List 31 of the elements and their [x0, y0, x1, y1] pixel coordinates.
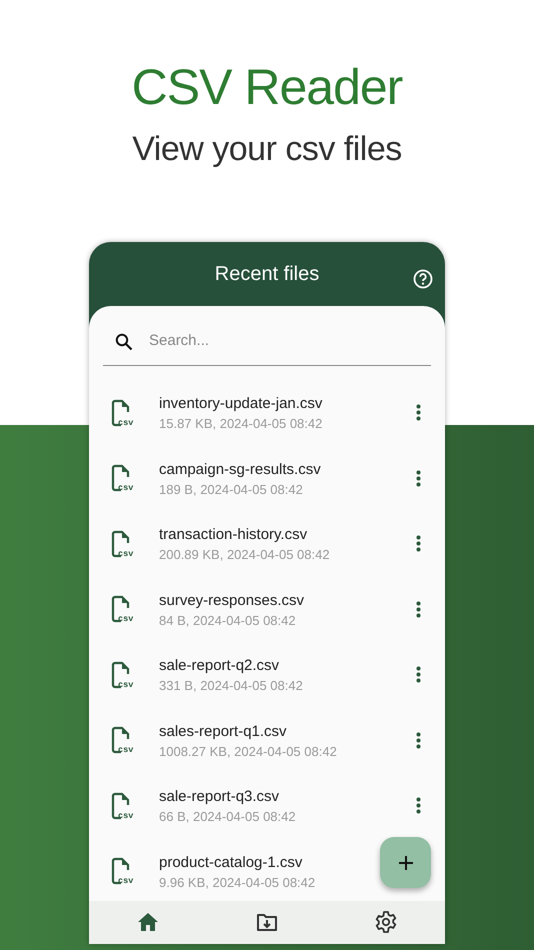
app-title: CSV Reader [130, 62, 404, 112]
file-details: 9.96 KB, 2024-04-05 08:42 [159, 874, 316, 892]
file-details: 84 B, 2024-04-05 08:42 [159, 612, 296, 630]
search-field[interactable]: Search... [147, 329, 431, 354]
card-title: Recent files [214, 262, 320, 287]
file-name[interactable]: product-catalog-1.csv [159, 854, 302, 872]
more-vertical-icon [416, 404, 421, 422]
file-details: 15.87 KB, 2024-04-05 08:42 [159, 416, 322, 434]
more-vertical-icon [416, 797, 421, 814]
file-details: 331 B, 2024-04-05 08:42 [159, 678, 303, 696]
plus-icon [398, 854, 414, 870]
file-name[interactable]: campaign-sg-results.csv [159, 460, 321, 479]
settings-icon[interactable] [374, 910, 398, 934]
file-details: 66 B, 2024-04-05 08:42 [159, 809, 296, 826]
more-vertical-icon [416, 535, 421, 552]
search-icon [115, 332, 133, 350]
file-details: 189 B, 2024-04-05 08:42 [159, 482, 303, 499]
app-subtitle: View your csv files [131, 132, 403, 166]
file-name[interactable]: sales-report-q1.csv [159, 722, 287, 741]
more-vertical-icon [416, 732, 421, 749]
more-vertical-icon [416, 600, 421, 618]
file-name[interactable]: survey-responses.csv [159, 592, 304, 610]
file-name[interactable]: sale-report-q3.csv [159, 788, 280, 806]
file-name[interactable]: inventory-update-jan.csv [159, 395, 322, 414]
more-vertical-icon [416, 666, 421, 684]
file-details: 1008.27 KB, 2024-04-05 08:42 [159, 744, 337, 761]
file-name[interactable]: transaction-history.csv [159, 526, 308, 544]
file-name[interactable]: sale-report-q2.csv [159, 657, 280, 676]
file-details: 200.89 KB, 2024-04-05 08:42 [159, 547, 330, 564]
help-icon[interactable] [413, 269, 433, 289]
more-vertical-icon [416, 470, 421, 487]
